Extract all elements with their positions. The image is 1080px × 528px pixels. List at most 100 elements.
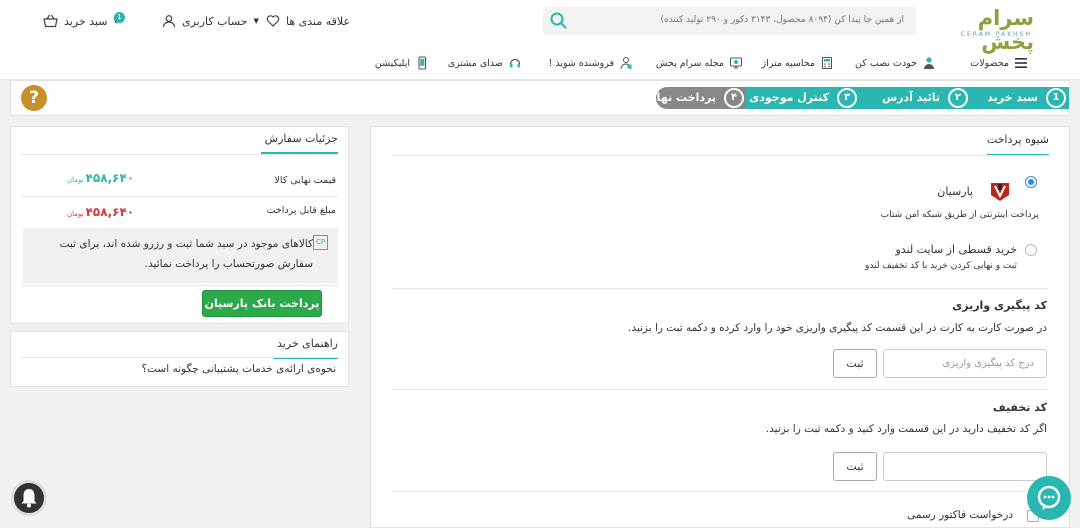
header: سرام پخش CERAM PAKHSH از همین جا پیدا کن… bbox=[0, 0, 1080, 80]
main-nav: محصولات خودت نصب کن محاسبه متراژ مجله سر… bbox=[0, 56, 1080, 74]
reservation-notice: CP کالاهای موجود در سبد شما ثبت و رزرو ش… bbox=[23, 228, 338, 283]
cp-logo-icon: CP bbox=[313, 235, 328, 250]
account-menu[interactable]: ▼ حساب کاربری bbox=[162, 14, 259, 28]
chat-support-button[interactable] bbox=[1027, 476, 1071, 520]
seller-icon bbox=[619, 56, 633, 70]
divider bbox=[391, 288, 1049, 289]
purchase-guide-title: راهنمای خرید bbox=[272, 337, 338, 359]
divider bbox=[391, 389, 1049, 390]
bell-icon bbox=[21, 489, 37, 508]
nav-label-products: محصولات bbox=[970, 57, 1009, 69]
nav-item-products[interactable]: محصولات bbox=[970, 56, 1028, 70]
step-cart[interactable]: 1 سبد خرید bbox=[969, 87, 1068, 109]
basket-icon bbox=[43, 14, 58, 28]
checkout-steps: 1 سبد خرید ۲ تائید آدرس ۳ کنترل موجودی ۴… bbox=[10, 80, 1070, 116]
discount-title: کد تخفیف bbox=[992, 401, 1047, 414]
nav-item-diy[interactable]: خودت نصب کن bbox=[855, 56, 936, 70]
step-inventory[interactable]: ۳ کنترل موجودی bbox=[745, 87, 859, 109]
user-icon bbox=[162, 14, 176, 28]
step-label: تائید آدرس bbox=[882, 91, 940, 104]
parsian-logo-icon bbox=[989, 180, 1011, 202]
payment-radio-parsian[interactable] bbox=[1025, 176, 1037, 188]
logo-subtext: CERAM PAKHSH bbox=[960, 31, 1032, 38]
phone-icon bbox=[415, 56, 429, 70]
nav-label-magazine: مجله سرام پخش bbox=[655, 57, 724, 69]
logo-text: سرام پخش bbox=[977, 6, 1035, 54]
account-label: حساب کاربری bbox=[182, 14, 248, 28]
hamburger-icon bbox=[1014, 56, 1028, 70]
payable-amount-value: ۴۵۸,۶۴۰تومان bbox=[67, 205, 134, 219]
payable-amount-label: مبلغ قابل پرداخت bbox=[266, 205, 336, 216]
lendo-description: ثبت و نهایی کردن خرید با کد تخفیف لندو bbox=[864, 261, 1017, 271]
guide-link-support[interactable]: نحوه‌ی ارائه‌ی خدمات پشتیبانی چگونه است؟ bbox=[142, 363, 336, 375]
discount-code-input[interactable] bbox=[883, 452, 1047, 481]
chevron-down-icon: ▼ bbox=[253, 17, 259, 25]
official-invoice-label: درخواست فاکتور رسمی bbox=[907, 509, 1013, 521]
order-details-title: جزئیات سفارش bbox=[260, 132, 338, 154]
purchase-guide-panel: راهنمای خرید نحوه‌ی ارائه‌ی خدمات پشتیبا… bbox=[10, 331, 349, 387]
wishlist-label: علاقه مندی ها bbox=[286, 14, 351, 28]
tracking-description: در صورت کارت به کارت در این قسمت کد پیگی… bbox=[627, 322, 1047, 334]
search-bar[interactable]: از همین جا پیدا کن (۸۰۹۴ محصول، ۳۱۴۳ دکو… bbox=[543, 7, 916, 35]
nav-label-diy: خودت نصب کن bbox=[855, 57, 917, 69]
worker-icon bbox=[922, 56, 936, 70]
final-price-label: قیمت نهایی کالا bbox=[274, 175, 336, 186]
nav-item-app[interactable]: اپلیکیشن bbox=[375, 56, 429, 70]
step-label: پرداخت نهایی bbox=[641, 91, 716, 104]
divider bbox=[21, 285, 338, 286]
headset-icon bbox=[508, 56, 522, 70]
currency-label: تومان bbox=[67, 210, 84, 218]
cart-count-badge: 1 bbox=[114, 12, 125, 23]
nav-item-calculator[interactable]: محاسبه متراژ bbox=[762, 56, 834, 70]
wishlist-link[interactable]: علاقه مندی ها bbox=[266, 14, 350, 28]
reservation-notice-text: کالاهای موجود در سبد شما ثبت و رزرو شده … bbox=[59, 238, 313, 270]
search-icon[interactable] bbox=[549, 11, 569, 31]
nav-label-become-seller: فروشنده شوید ! bbox=[548, 57, 614, 69]
step-payment[interactable]: ۴ پرداخت نهایی bbox=[641, 87, 746, 109]
final-price-amount: ۴۵۸,۶۴۰ bbox=[85, 171, 135, 185]
final-price-value: ۴۵۸,۶۴۰تومان bbox=[67, 171, 134, 185]
cart-link[interactable]: ▼ سبد خرید bbox=[43, 14, 119, 28]
step-number: ۴ bbox=[724, 88, 744, 108]
payment-radio-lendo[interactable] bbox=[1025, 244, 1037, 256]
discount-submit-button[interactable]: ثبت bbox=[833, 452, 877, 481]
notification-bell-button[interactable] bbox=[11, 480, 47, 516]
search-input[interactable]: از همین جا پیدا کن (۸۰۹۴ محصول، ۳۱۴۳ دکو… bbox=[661, 15, 904, 25]
parsian-description: پرداخت اینترنتی از طریق شبکه امن شتاب bbox=[880, 210, 1039, 220]
nav-item-become-seller[interactable]: فروشنده شوید ! bbox=[548, 56, 633, 70]
nav-item-customer-voice[interactable]: صدای مشتری bbox=[448, 56, 522, 70]
step-number: ۳ bbox=[837, 88, 857, 108]
step-label: کنترل موجودی bbox=[749, 91, 829, 104]
tracking-title: کد پیگیری واریزی bbox=[952, 299, 1047, 312]
payment-method-title: شیوه پرداخت bbox=[986, 133, 1049, 156]
calculator-icon bbox=[820, 56, 834, 70]
magazine-icon bbox=[729, 56, 743, 70]
divider bbox=[391, 491, 1049, 492]
step-number: 1 bbox=[1046, 88, 1066, 108]
tracking-input-placeholder: درج کد پیگیری واریزی bbox=[942, 358, 1034, 369]
divider bbox=[21, 154, 338, 155]
heart-icon bbox=[266, 14, 280, 28]
parsian-label: پارسیان bbox=[937, 185, 973, 198]
cart-label: سبد خرید bbox=[64, 14, 108, 28]
help-icon[interactable]: ? bbox=[21, 85, 47, 111]
pay-parsian-button[interactable]: پرداخت بانک پارسیان bbox=[202, 290, 322, 317]
divider bbox=[391, 155, 1049, 156]
chat-bubble-icon bbox=[1037, 485, 1061, 510]
logo[interactable]: سرام پخش CERAM PAKHSH bbox=[938, 6, 1035, 54]
payment-panel: شیوه پرداخت پارسیان پرداخت اینترنتی از ط… bbox=[370, 126, 1070, 528]
currency-label: تومان bbox=[67, 176, 84, 184]
tracking-code-input[interactable]: درج کد پیگیری واریزی bbox=[883, 349, 1047, 378]
nav-item-magazine[interactable]: مجله سرام پخش bbox=[656, 56, 743, 70]
lendo-label: خرید قسطی از سایت لندو bbox=[895, 243, 1017, 256]
divider bbox=[21, 196, 338, 197]
nav-label-app: اپلیکیشن bbox=[374, 57, 410, 69]
divider bbox=[21, 357, 338, 358]
step-number: ۲ bbox=[948, 88, 968, 108]
step-address[interactable]: ۲ تائید آدرس bbox=[858, 87, 970, 109]
tracking-submit-button[interactable]: ثبت bbox=[833, 349, 877, 378]
nav-label-calculator: محاسبه متراژ bbox=[761, 57, 815, 69]
nav-label-customer-voice: صدای مشتری bbox=[447, 57, 503, 69]
step-label: سبد خرید bbox=[987, 91, 1038, 104]
discount-description: اگر کد تخفیف دارید در این قسمت وارد کنید… bbox=[765, 423, 1047, 435]
